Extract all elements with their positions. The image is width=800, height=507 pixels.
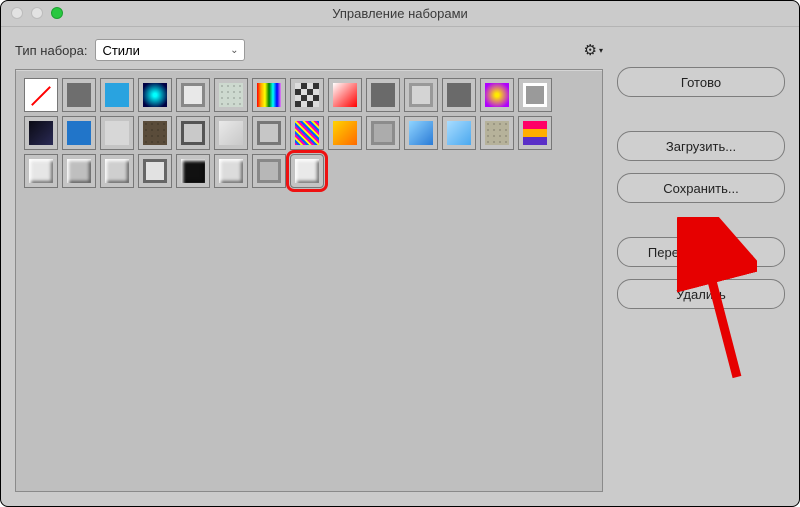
- preset-swatch[interactable]: [404, 116, 438, 150]
- preset-swatch[interactable]: [290, 154, 324, 188]
- preset-swatch[interactable]: [366, 116, 400, 150]
- preset-swatch[interactable]: [138, 154, 172, 188]
- load-button[interactable]: Загрузить...: [617, 131, 785, 161]
- preset-swatch[interactable]: [366, 78, 400, 112]
- rename-button[interactable]: Переименовать...: [617, 237, 785, 267]
- done-button[interactable]: Готово: [617, 67, 785, 97]
- preset-swatch[interactable]: [252, 116, 286, 150]
- preset-manager-window: Управление наборами Тип набора: Стили ⌄ …: [0, 0, 800, 507]
- preset-swatch[interactable]: [62, 78, 96, 112]
- flyout-menu-button[interactable]: ⚙▾: [584, 41, 603, 59]
- traffic-lights: [11, 7, 63, 19]
- content: Тип набора: Стили ⌄ ⚙▾ Готово Загрузить.…: [1, 27, 799, 506]
- preset-swatch[interactable]: [100, 116, 134, 150]
- chevron-down-icon: ⌄: [230, 45, 238, 56]
- preset-swatch[interactable]: [518, 78, 552, 112]
- save-button[interactable]: Сохранить...: [617, 173, 785, 203]
- preset-swatch[interactable]: [442, 78, 476, 112]
- preset-swatch[interactable]: [290, 78, 324, 112]
- preset-swatch[interactable]: [176, 116, 210, 150]
- left-panel: Тип набора: Стили ⌄ ⚙▾: [15, 39, 603, 492]
- preset-swatch[interactable]: [214, 154, 248, 188]
- preset-grid: [24, 78, 594, 188]
- titlebar: Управление наборами: [1, 1, 799, 27]
- preset-swatch[interactable]: [328, 116, 362, 150]
- preset-swatch[interactable]: [252, 154, 286, 188]
- preset-swatch[interactable]: [290, 116, 324, 150]
- window-title: Управление наборами: [1, 1, 799, 27]
- preset-swatch[interactable]: [176, 154, 210, 188]
- preset-swatch[interactable]: [442, 116, 476, 150]
- preset-swatch[interactable]: [62, 116, 96, 150]
- preset-swatch[interactable]: [24, 154, 58, 188]
- window-close-button[interactable]: [11, 7, 23, 19]
- preset-swatch[interactable]: [518, 116, 552, 150]
- delete-button[interactable]: Удалить: [617, 279, 785, 309]
- gear-icon: ⚙: [584, 41, 597, 59]
- button-column: Готово Загрузить... Сохранить... Переиме…: [617, 39, 785, 492]
- preset-swatch[interactable]: [24, 116, 58, 150]
- preset-swatch[interactable]: [176, 78, 210, 112]
- preset-swatch[interactable]: [214, 78, 248, 112]
- preset-swatch[interactable]: [480, 78, 514, 112]
- preset-swatch[interactable]: [100, 154, 134, 188]
- preset-swatch[interactable]: [24, 78, 58, 112]
- preset-type-label: Тип набора:: [15, 43, 87, 58]
- preset-swatch[interactable]: [480, 116, 514, 150]
- chevron-down-icon: ▾: [599, 46, 603, 55]
- window-minimize-button[interactable]: [31, 7, 43, 19]
- preset-swatch[interactable]: [100, 78, 134, 112]
- preset-swatch[interactable]: [214, 116, 248, 150]
- preset-swatch[interactable]: [62, 154, 96, 188]
- preset-swatch[interactable]: [328, 78, 362, 112]
- window-zoom-button[interactable]: [51, 7, 63, 19]
- preset-swatch[interactable]: [138, 116, 172, 150]
- preset-swatch[interactable]: [138, 78, 172, 112]
- preset-grid-wrap: [15, 69, 603, 492]
- preset-swatch[interactable]: [404, 78, 438, 112]
- filter-row: Тип набора: Стили ⌄ ⚙▾: [15, 39, 603, 61]
- preset-type-select[interactable]: Стили ⌄: [95, 39, 245, 61]
- preset-swatch[interactable]: [252, 78, 286, 112]
- preset-type-value: Стили: [102, 43, 139, 58]
